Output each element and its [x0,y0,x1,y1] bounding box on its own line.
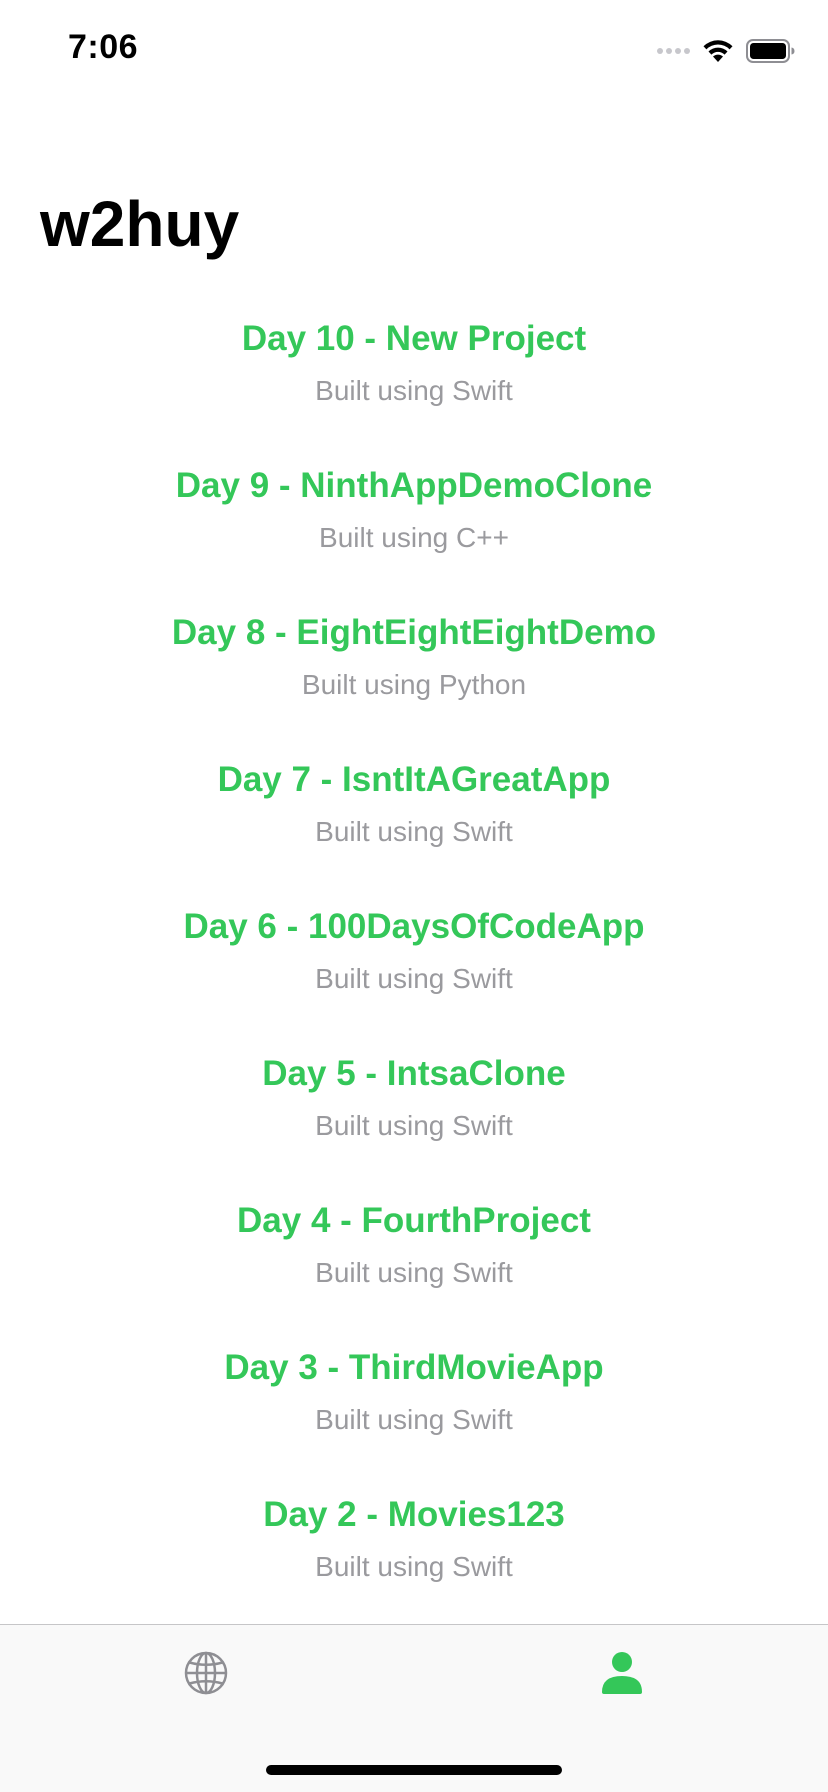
project-subtitle: Built using Swift [315,963,513,994]
status-time: 7:06 [68,28,139,66]
tab-bar [0,1624,828,1792]
project-title: Day 2 - Movies123 [263,1495,565,1534]
project-subtitle: Built using Python [301,669,527,700]
project-title: Day 5 - IntsaClone [262,1054,566,1093]
project-title: Day 8 - EightEightEightDemo [171,613,657,652]
tab-globe[interactable] [176,1643,236,1703]
list-item[interactable]: Day 9 - NinthAppDemoClone Built using C+… [0,457,828,604]
list-item[interactable]: Day 10 - New Project Built using Swift [0,310,828,457]
project-title: Day 7 - IsntItAGreatApp [217,760,611,799]
list-item[interactable]: Day 8 - EightEightEightDemo Built using … [0,604,828,751]
project-list: Day 10 - New Project Built using Swift D… [0,310,828,1633]
globe-icon [184,1651,228,1695]
home-indicator [266,1765,562,1775]
status-icons [657,36,796,66]
list-item[interactable]: Day 6 - 100DaysOfCodeApp Built using Swi… [0,898,828,1045]
project-title: Day 10 - New Project [241,319,587,358]
project-subtitle: Built using C++ [319,522,509,553]
person-icon [602,1652,642,1694]
page-title: w2huy [40,188,240,260]
project-subtitle: Built using Swift [315,816,513,847]
project-subtitle: Built using Swift [315,1110,513,1141]
battery-icon [746,39,795,63]
list-item[interactable]: Day 5 - IntsaClone Built using Swift [0,1045,828,1192]
project-subtitle: Built using Swift [315,375,513,406]
project-subtitle: Built using Swift [315,1404,513,1435]
list-item[interactable]: Day 3 - ThirdMovieApp Built using Swift [0,1339,828,1486]
project-title: Day 4 - FourthProject [237,1201,591,1240]
project-title: Day 9 - NinthAppDemoClone [175,466,653,505]
status-bar: 7:06 [0,0,828,100]
list-item[interactable]: Day 2 - Movies123 Built using Swift [0,1486,828,1633]
project-subtitle: Built using Swift [315,1257,513,1288]
project-title: Day 3 - ThirdMovieApp [224,1348,604,1387]
wifi-icon [703,40,733,62]
project-title: Day 6 - 100DaysOfCodeApp [183,907,645,946]
project-subtitle: Built using Swift [315,1551,513,1582]
list-item[interactable]: Day 4 - FourthProject Built using Swift [0,1192,828,1339]
list-item[interactable]: Day 7 - IsntItAGreatApp Built using Swif… [0,751,828,898]
tab-profile[interactable] [592,1643,652,1703]
signal-dots-icon [657,48,690,54]
